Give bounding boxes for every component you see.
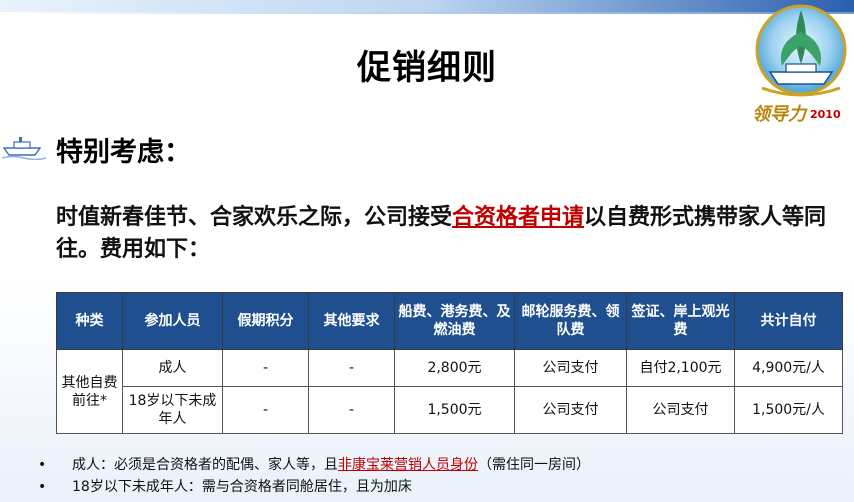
logo-text: 领导力: [752, 104, 808, 125]
category-cell: 其他自费前往*: [56, 349, 123, 434]
table-row: 18岁以下未成年人 - - 1,500元 公司支付 公司支付 1,500元/人: [57, 386, 843, 434]
fee-table: 种类 参加人员 假期积分 其他要求 船费、港务费、及燃油费 邮轮服务费、领队费 …: [56, 292, 843, 434]
ship-fee-cell: 2,800元: [394, 349, 515, 387]
person-cell: 成人: [122, 349, 223, 387]
visa-fee-cell: 公司支付: [626, 386, 735, 434]
other-cell: -: [308, 349, 395, 387]
header-visa-fee: 签证、岸上观光费: [626, 292, 735, 350]
note-text-before: 18岁以下未成年人：需与合资格者同舱居住，且为加床: [72, 479, 412, 495]
header-other-requirements: 其他要求: [308, 292, 395, 350]
note-text-after: （需住同一房间）: [478, 457, 590, 473]
header-service-fee: 邮轮服务费、领队费: [514, 292, 627, 350]
service-fee-cell: 公司支付: [514, 386, 627, 434]
points-cell: -: [222, 349, 309, 387]
other-cell: -: [308, 386, 395, 434]
header-holiday-points: 假期积分: [222, 292, 309, 350]
note-text-before: 成人：必须是合资格者的配偶、家人等，且: [72, 457, 338, 473]
list-item: • 成人：必须是合资格者的配偶、家人等，且非康宝莱营销人员身份（需住同一房间）: [38, 454, 590, 476]
notes-list: • 成人：必须是合资格者的配偶、家人等，且非康宝莱营销人员身份（需住同一房间） •…: [38, 454, 590, 498]
header-total: 共计自付: [734, 292, 843, 350]
top-decorative-band: [0, 0, 854, 12]
header-participant: 参加人员: [122, 292, 223, 350]
header-ship-fee: 船费、港务费、及燃油费: [394, 292, 515, 350]
header-category: 种类: [56, 292, 123, 350]
leadership-2010-logo-icon: 领导力 2010: [752, 4, 847, 125]
table-row: 其他自费前往* 成人 - - 2,800元 公司支付 自付2,100元 4,90…: [56, 349, 843, 434]
logo-year: 2010: [810, 108, 841, 121]
bullet-icon: •: [38, 479, 47, 495]
ship-fee-cell: 1,500元: [394, 386, 515, 434]
note-highlight: 非康宝莱营销人员身份: [338, 457, 478, 473]
points-cell: -: [222, 386, 309, 434]
list-item: • 18岁以下未成年人：需与合资格者同舱居住，且为加床: [38, 476, 590, 498]
paragraph-text-before: 时值新春佳节、合家欢乐之际，公司接受: [56, 205, 453, 230]
ship-bullet-icon: [2, 137, 46, 160]
total-cell: 4,900元/人: [734, 349, 843, 387]
slide-title: 促销细则: [357, 48, 497, 88]
intro-paragraph: 时值新春佳节、合家欢乐之际，公司接受合资格者申请以自费形式携带家人等同往。费用如…: [56, 202, 846, 266]
section-heading: 特别考虑：: [56, 137, 191, 168]
person-cell: 18岁以下未成年人: [122, 386, 223, 434]
paragraph-highlight: 合资格者申请: [452, 205, 585, 230]
bullet-icon: •: [38, 457, 47, 473]
top-decorative-line: [0, 12, 854, 14]
table-header-row: 种类 参加人员 假期积分 其他要求 船费、港务费、及燃油费 邮轮服务费、领队费 …: [56, 292, 843, 350]
total-cell: 1,500元/人: [734, 386, 843, 434]
visa-fee-cell: 自付2,100元: [626, 349, 735, 387]
service-fee-cell: 公司支付: [514, 349, 627, 387]
